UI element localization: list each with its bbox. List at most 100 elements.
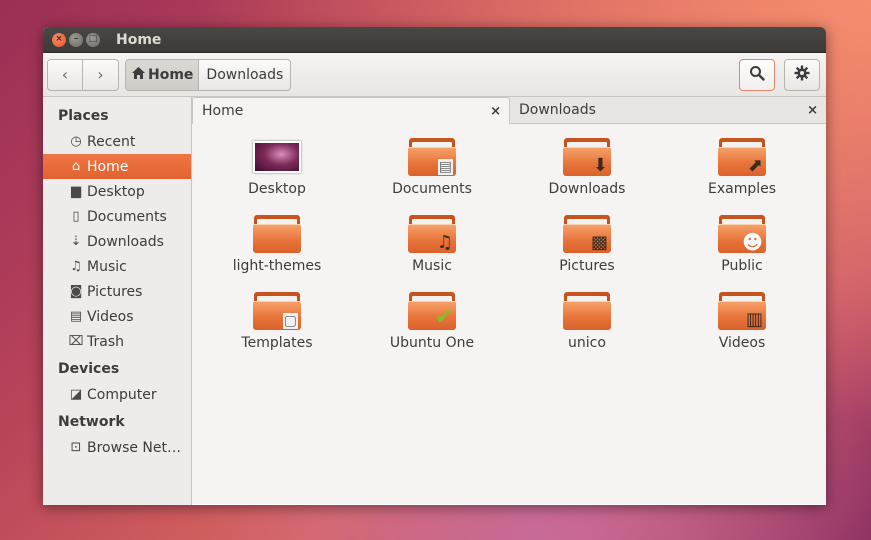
folder-icon: ☻ xyxy=(718,215,766,253)
sidebar-item-music[interactable]: ♫ Music xyxy=(43,254,191,279)
film-icon: ▥ xyxy=(745,309,763,330)
file-item-public[interactable]: ☻ Public xyxy=(677,215,807,274)
sidebar-item-label: Computer xyxy=(87,386,157,403)
file-item-unico[interactable]: unico xyxy=(522,292,652,351)
back-button[interactable]: ‹ xyxy=(47,58,83,91)
sidebar-section-heading: Places xyxy=(58,108,109,124)
file-name-label: Examples xyxy=(707,181,777,197)
sidebar-item-label: Desktop xyxy=(87,183,145,200)
path-button-downloads[interactable]: Downloads xyxy=(199,58,292,91)
file-name-label: unico xyxy=(568,335,606,351)
sidebar-item-downloads[interactable]: ⇣ Downloads xyxy=(43,229,191,254)
tab-label: Home xyxy=(202,103,244,119)
camera-icon: ◙ xyxy=(69,284,83,299)
file-name-label: Pictures xyxy=(559,258,615,274)
music-icon: ♫ xyxy=(436,232,453,253)
file-name-label: Music xyxy=(412,258,452,274)
file-item-examples[interactable]: ⬈ Examples xyxy=(677,138,807,197)
maximize-window-button[interactable]: □ xyxy=(86,32,100,47)
sidebar-item-label: Home xyxy=(87,158,129,175)
sidebar-section-heading: Devices xyxy=(58,361,120,377)
folder-icon xyxy=(253,215,301,253)
sidebar-item-trash[interactable]: ⌧ Trash xyxy=(43,329,191,354)
settings-button[interactable] xyxy=(784,58,820,91)
path-label-downloads: Downloads xyxy=(206,66,284,83)
chevron-right-icon: › xyxy=(97,65,104,84)
tab-downloads[interactable]: Downloads × xyxy=(510,97,826,123)
forward-button[interactable]: › xyxy=(83,58,119,91)
trash-icon: ⌧ xyxy=(68,334,84,349)
sidebar-item-label: Videos xyxy=(87,308,134,325)
file-name-label: Templates xyxy=(241,335,313,351)
main-pane: Home × Downloads × Desktop ▤ Documents ⬇ Dow… xyxy=(192,97,826,505)
path-button-home[interactable]: Home xyxy=(125,58,200,91)
folder-icon: ▩ xyxy=(563,215,611,253)
folder-icon: ▢ xyxy=(253,292,301,330)
folder-icon: ▤ xyxy=(408,138,456,176)
folder-icon: ▥ xyxy=(718,292,766,330)
search-icon xyxy=(749,65,765,85)
minimize-window-button[interactable]: – xyxy=(69,32,83,47)
sidebar-item-label: Documents xyxy=(87,208,167,225)
sidebar-item-computer[interactable]: ◪ Computer xyxy=(43,382,191,407)
sidebar-item-desktop[interactable]: ▆ Desktop xyxy=(43,179,191,204)
sidebar-item-label: Pictures xyxy=(87,283,143,300)
person-icon: ☻ xyxy=(742,230,763,254)
sidebar-item-recent[interactable]: ◷ Recent xyxy=(43,129,191,154)
file-item-light-themes[interactable]: light-themes xyxy=(212,215,342,274)
file-item-ubuntu-one[interactable]: ✔ Ubuntu One xyxy=(367,292,497,351)
file-name-label: light-themes xyxy=(232,258,322,274)
link-icon: ⬈ xyxy=(747,155,763,176)
window-title: Home xyxy=(116,31,162,48)
music-icon: ♫ xyxy=(70,259,82,274)
file-item-pictures[interactable]: ▩ Pictures xyxy=(522,215,652,274)
file-item-templates[interactable]: ▢ Templates xyxy=(212,292,342,351)
document-icon: ▯ xyxy=(72,209,80,224)
close-tab-icon[interactable]: × xyxy=(807,103,818,118)
template-icon: ▢ xyxy=(282,313,298,329)
file-item-documents[interactable]: ▤ Documents xyxy=(367,138,497,197)
download-icon: ⬇ xyxy=(592,155,608,176)
sidebar: Places ◷ Recent ⌂ Home ▆ Desktop ▯ Documents ⇣ Dow… xyxy=(43,97,192,505)
close-tab-icon[interactable]: × xyxy=(490,104,501,119)
file-name-label: Ubuntu One xyxy=(389,335,475,351)
network-icon: ⊡ xyxy=(70,440,82,455)
home-icon xyxy=(132,66,145,83)
file-name-label: Public xyxy=(721,258,763,274)
sidebar-item-pictures[interactable]: ◙ Pictures xyxy=(43,279,191,304)
title-bar[interactable]: × – □ Home xyxy=(43,27,826,53)
path-label-home: Home xyxy=(148,66,194,83)
checkmark-icon: ✔ xyxy=(434,305,453,330)
download-icon: ⇣ xyxy=(70,234,82,249)
clock-icon: ◷ xyxy=(70,134,82,149)
picture-icon: ▩ xyxy=(590,232,608,253)
tab-label: Downloads xyxy=(519,102,596,118)
sidebar-item-browse-net[interactable]: ⊡ Browse Net… xyxy=(43,435,191,460)
gear-icon xyxy=(794,65,810,85)
file-name-label: Desktop xyxy=(248,181,306,197)
sidebar-item-videos[interactable]: ▤ Videos xyxy=(43,304,191,329)
navigation-buttons: ‹ › xyxy=(47,58,119,91)
toolbar: ‹ › Home Downloads xyxy=(43,53,826,97)
file-name-label: Downloads xyxy=(548,181,626,197)
sidebar-item-label: Trash xyxy=(87,333,124,350)
file-item-downloads[interactable]: ⬇ Downloads xyxy=(522,138,652,197)
search-button[interactable] xyxy=(739,58,775,91)
tab-bar: Home × Downloads × xyxy=(192,97,826,124)
sidebar-item-home[interactable]: ⌂ Home xyxy=(43,154,191,179)
sidebar-item-documents[interactable]: ▯ Documents xyxy=(43,204,191,229)
sidebar-item-label: Browse Net… xyxy=(87,439,182,456)
tab-home[interactable]: Home × xyxy=(192,97,510,124)
folder-icon: ▆ xyxy=(71,184,81,199)
folder-icon: ✔ xyxy=(408,292,456,330)
file-name-label: Documents xyxy=(392,181,472,197)
folder-icon: ⬈ xyxy=(718,138,766,176)
file-item-music[interactable]: ♫ Music xyxy=(367,215,497,274)
file-item-desktop[interactable]: Desktop xyxy=(212,138,342,197)
sidebar-item-label: Music xyxy=(87,258,127,275)
home-icon: ⌂ xyxy=(71,159,81,174)
file-item-videos[interactable]: ▥ Videos xyxy=(677,292,807,351)
file-grid: Desktop ▤ Documents ⬇ Downloads ⬈ Examples ligh… xyxy=(192,124,826,504)
close-window-button[interactable]: × xyxy=(52,32,66,47)
file-name-label: Videos xyxy=(718,335,766,351)
